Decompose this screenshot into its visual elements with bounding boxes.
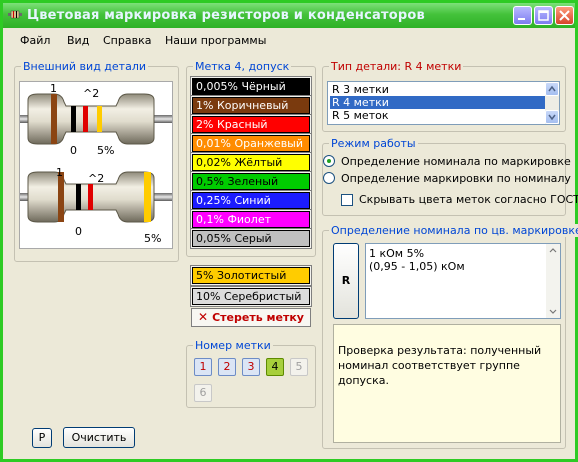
p-button[interactable]: P [32, 428, 52, 448]
scroll-arrows-icon [549, 248, 557, 314]
app-window: Цветовая маркировка резисторов и конденс… [0, 0, 578, 462]
color-gold-button[interactable]: 5% Золотистый [192, 267, 310, 284]
band-bottom-2 [76, 184, 81, 210]
band-bottom-3 [88, 184, 93, 210]
minimize-icon [518, 18, 525, 20]
maximize-button[interactable] [534, 6, 553, 25]
label-top-zero: 0 [70, 144, 77, 157]
color-silver-button[interactable]: 10% Серебристый [192, 288, 310, 305]
color-button-1[interactable]: 0,005% Чёрный [192, 78, 310, 95]
band-top-3 [83, 106, 88, 132]
menu-our-programs[interactable]: Наши программы [165, 34, 266, 47]
label-top-first: 1 [50, 82, 57, 95]
resistor-drawing: 1 ^2 0 5% 1 ^2 0 5% [20, 82, 172, 245]
mark-number-3[interactable]: 3 [242, 358, 260, 376]
minimize-button[interactable] [513, 6, 532, 25]
erase-label: Стереть метку [212, 311, 304, 324]
color-button-4[interactable]: 0,01% Оранжевый [192, 135, 310, 152]
window-title: Цветовая маркировка резисторов и конденс… [27, 8, 425, 23]
hide-colors-label: Скрывать цвета меток согласно ГОСТ [359, 193, 578, 206]
mode-title: Режим работы [329, 137, 418, 150]
result-title: Определение номинала по цв. маркировке [329, 224, 578, 237]
color-button-9[interactable]: 0,05% Серый [192, 230, 310, 247]
menu-bar: Файл Вид Справка Наши программы [3, 29, 575, 51]
menu-view[interactable]: Вид [67, 34, 89, 47]
clear-button[interactable]: Очистить [63, 427, 135, 448]
part-type-list[interactable]: R 3 метки R 4 метки R 5 меток [327, 81, 560, 125]
band-bottom-1 [58, 172, 64, 222]
label-bottom-mult: ^2 [88, 172, 104, 185]
erase-mark-button[interactable]: ✕ Стереть метку [191, 308, 311, 327]
band-bottom-4 [144, 172, 151, 222]
scroll-down-button[interactable] [545, 110, 559, 124]
scroll-up-button[interactable] [545, 82, 559, 96]
mark-number-title: Номер метки [193, 339, 273, 352]
color-button-3[interactable]: 2% Красный [192, 116, 310, 133]
mode-option-encode-label: Определение маркировки по номиналу [341, 172, 571, 185]
close-icon [559, 10, 570, 21]
chevron-down-icon [548, 114, 556, 121]
color-button-5[interactable]: 0,02% Жёлтый [192, 154, 310, 171]
mark-number-1[interactable]: 1 [194, 358, 212, 376]
mark-number-5: 5 [290, 358, 308, 376]
part-type-title: Тип детали: R 4 метки [329, 60, 464, 73]
mark4-title: Метка 4, допуск [193, 60, 292, 73]
band-top-4 [97, 106, 102, 132]
result-range: (0,95 - 1,05) кОм [369, 260, 465, 273]
calculate-r-button[interactable]: R [333, 243, 359, 319]
result-scrollbar[interactable] [546, 244, 560, 318]
verification-note: Проверка результата: полученный номинал … [333, 324, 561, 443]
mode-option-decode-label: Определение номинала по маркировке [341, 155, 571, 168]
resistor-app-icon [8, 10, 22, 19]
band-top-1 [51, 94, 57, 144]
part-type-option-selected[interactable]: R 4 метки [330, 96, 545, 109]
part-type-option[interactable]: R 5 меток [330, 109, 545, 122]
label-bottom-first: 1 [56, 166, 63, 179]
close-button[interactable] [555, 6, 574, 25]
hide-colors-checkbox[interactable] [341, 194, 353, 206]
menu-help[interactable]: Справка [103, 34, 151, 47]
color-button-8[interactable]: 0,1% Фиолет [192, 211, 310, 228]
verification-text: Проверка результата: полученный номинал … [338, 344, 542, 387]
appearance-title: Внешний вид детали [21, 60, 148, 73]
result-value: 1 кОм 5% [369, 247, 425, 260]
label-top-mult: ^2 [83, 87, 99, 100]
label-bottom-tol: 5% [144, 232, 161, 245]
chevron-up-icon [548, 85, 556, 92]
part-type-option[interactable]: R 3 метки [330, 83, 545, 96]
mark-number-6: 6 [194, 384, 212, 402]
title-bar: Цветовая маркировка резисторов и конденс… [3, 3, 575, 28]
mark-number-4[interactable]: 4 [266, 358, 284, 376]
radio-checked[interactable] [323, 155, 335, 167]
resistor-preview: 1 ^2 0 5% 1 ^2 0 5% [19, 81, 173, 249]
color-button-6[interactable]: 0,5% Зеленый [192, 173, 310, 190]
radio-unchecked[interactable] [323, 172, 335, 184]
maximize-icon [538, 10, 549, 21]
label-bottom-zero: 0 [75, 225, 82, 238]
color-button-7[interactable]: 0,25% Синий [192, 192, 310, 209]
color-button-2[interactable]: 1% Коричневый [192, 97, 310, 114]
label-top-tol: 5% [97, 144, 114, 157]
result-textbox[interactable]: 1 кОм 5% (0,95 - 1,05) кОм [365, 243, 561, 319]
menu-file[interactable]: Файл [20, 34, 50, 47]
close-icon: ✕ [198, 310, 209, 324]
part-type-scrollbar[interactable] [545, 82, 559, 124]
mark-number-2[interactable]: 2 [218, 358, 236, 376]
band-top-2 [71, 106, 76, 132]
